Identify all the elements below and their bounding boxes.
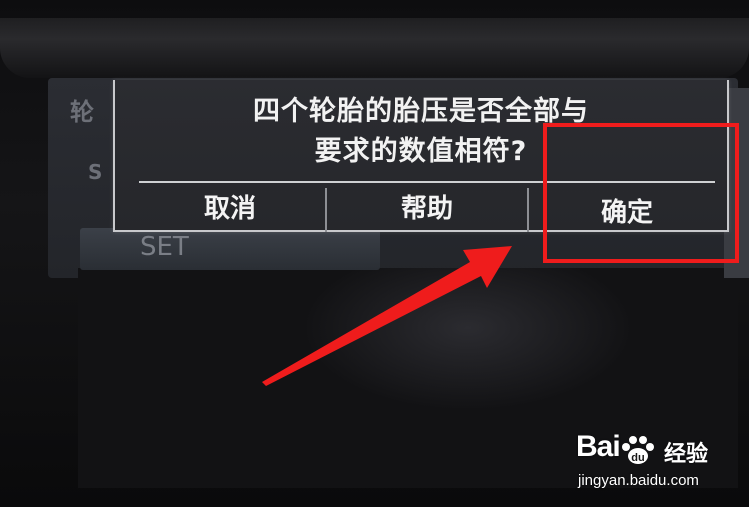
paw-icon: du — [622, 436, 654, 464]
watermark-suffix: 经验 — [664, 442, 709, 467]
svg-text:du: du — [631, 452, 644, 464]
watermark: Bai du 经验 jingyan.baidu.com — [574, 430, 744, 500]
watermark-logo: Bai — [576, 430, 621, 463]
watermark-url: jingyan.baidu.com — [578, 472, 699, 489]
